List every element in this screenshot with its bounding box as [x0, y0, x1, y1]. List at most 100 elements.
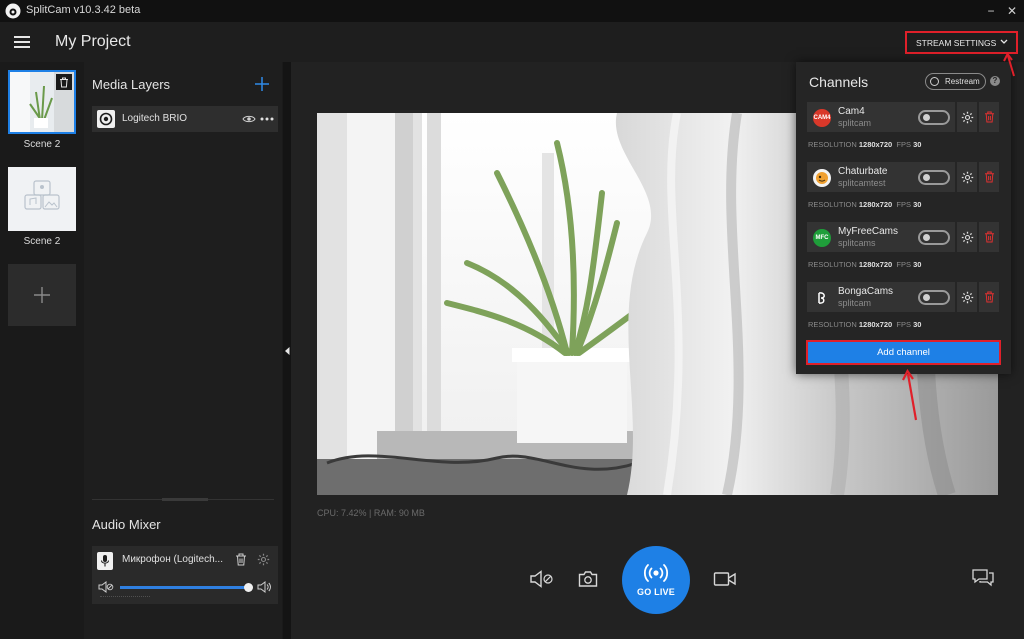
- volume-fill: [120, 586, 248, 589]
- myfreecams-logo-icon: MFC: [813, 229, 831, 247]
- stream-settings-label: STREAM SETTINGS: [916, 37, 997, 48]
- media-layer-name: Logitech BRIO: [122, 113, 188, 124]
- channel-name: BongaCams: [838, 286, 894, 297]
- volume-slider[interactable]: [120, 583, 253, 592]
- channel-username: splitcam: [838, 118, 872, 128]
- channel-name: Cam4: [838, 106, 865, 117]
- trash-icon: [984, 171, 994, 183]
- more-options-icon[interactable]: [260, 117, 274, 121]
- hamburger-menu-icon[interactable]: [14, 36, 30, 48]
- trash-icon: [984, 111, 994, 123]
- scenes-panel: Scene 2 Scene 2: [0, 62, 82, 639]
- channel-card[interactable]: Chaturbate splitcamtest: [807, 162, 955, 192]
- channel-delete-button[interactable]: [979, 102, 999, 132]
- chat-icon[interactable]: [971, 568, 995, 588]
- channel-resolution-info: RESOLUTION 1280x720 FPS 30: [808, 200, 922, 209]
- scene-label-1: Scene 2: [23, 139, 61, 150]
- scene-thumbnail-1[interactable]: [8, 70, 76, 134]
- project-title: My Project: [55, 33, 131, 50]
- delete-scene-button[interactable]: [56, 74, 72, 90]
- channel-username: splitcamtest: [838, 178, 886, 188]
- plus-icon: [34, 287, 50, 303]
- add-scene-button[interactable]: [8, 264, 76, 326]
- restream-toggle-button[interactable]: Restream: [925, 73, 986, 90]
- scene-thumbnail-2[interactable]: [8, 167, 76, 231]
- visibility-eye-icon[interactable]: [242, 114, 256, 124]
- add-channel-button[interactable]: Add channel: [806, 340, 1001, 365]
- screenshot-camera-icon[interactable]: [578, 570, 598, 588]
- volume-slider-knob[interactable]: [244, 583, 253, 592]
- media-placeholder-icon: [24, 180, 60, 210]
- channel-row: MFC MyFreeCams splitcams RESOLUTION 1280x72…: [807, 222, 1001, 280]
- toggle-knob: [923, 234, 930, 241]
- channel-username: splitcams: [838, 238, 876, 248]
- audio-level-meter: [100, 596, 150, 597]
- mute-speaker-icon[interactable]: [98, 581, 114, 593]
- gear-icon: [961, 291, 973, 303]
- toggle-knob: [923, 114, 930, 121]
- bongacams-logo-icon: [813, 289, 831, 307]
- cam4-logo-icon: CAM4: [813, 109, 831, 127]
- performance-stats: CPU: 7.42% | RAM: 90 MB: [317, 508, 425, 518]
- collapse-arrow-icon: [285, 347, 290, 355]
- channel-name: Chaturbate: [838, 166, 888, 177]
- channel-settings-button[interactable]: [957, 222, 977, 252]
- close-button[interactable]: ✕: [1000, 0, 1024, 22]
- mute-audio-icon[interactable]: [529, 570, 555, 588]
- media-layers-panel: Media Layers Logitech BRIO Audio Mixer М…: [84, 62, 282, 639]
- channel-resolution-info: RESOLUTION 1280x720 FPS 30: [808, 260, 922, 269]
- stream-settings-button[interactable]: STREAM SETTINGS: [905, 31, 1018, 54]
- help-icon[interactable]: ?: [990, 76, 1000, 86]
- collapse-panel-handle[interactable]: [283, 62, 291, 639]
- channel-enable-toggle[interactable]: [918, 110, 950, 125]
- channel-name: MyFreeCams: [838, 226, 899, 237]
- audio-settings-gear-icon[interactable]: [257, 553, 270, 566]
- media-layer-item[interactable]: Logitech BRIO: [92, 106, 278, 132]
- channels-dropdown: Channels Restream ? CAM4 Cam4 splitcam RESO…: [796, 62, 1011, 374]
- go-live-label: GO LIVE: [637, 587, 675, 597]
- channels-title: Channels: [809, 74, 869, 90]
- channel-enable-toggle[interactable]: [918, 230, 950, 245]
- toggle-knob: [923, 294, 930, 301]
- channel-delete-button[interactable]: [979, 222, 999, 252]
- trash-icon: [984, 231, 994, 243]
- gear-icon: [961, 171, 973, 183]
- channel-username: splitcam: [838, 298, 872, 308]
- microphone-icon: [97, 552, 113, 570]
- webcam-icon: [97, 110, 115, 128]
- header: My Project STREAM SETTINGS: [0, 22, 1024, 62]
- channel-settings-button[interactable]: [957, 102, 977, 132]
- broadcast-icon: [643, 564, 669, 582]
- channel-card[interactable]: CAM4 Cam4 splitcam: [807, 102, 955, 132]
- trash-icon: [60, 77, 68, 87]
- go-live-button[interactable]: GO LIVE: [622, 546, 690, 614]
- channel-enable-toggle[interactable]: [918, 290, 950, 305]
- channel-delete-button[interactable]: [979, 282, 999, 312]
- trash-icon: [984, 291, 994, 303]
- gear-icon: [961, 231, 973, 243]
- record-video-camera-icon[interactable]: [713, 571, 737, 587]
- chevron-down-icon: [1000, 39, 1008, 44]
- app-title: SplitCam v10.3.42 beta: [26, 4, 141, 16]
- channel-enable-toggle[interactable]: [918, 170, 950, 185]
- add-layer-button[interactable]: [254, 76, 270, 92]
- scene-label-2: Scene 2: [23, 236, 61, 247]
- gear-icon: [961, 111, 973, 123]
- channel-card[interactable]: MFC MyFreeCams splitcams: [807, 222, 955, 252]
- channel-settings-button[interactable]: [957, 162, 977, 192]
- speaker-volume-icon[interactable]: [257, 581, 271, 593]
- title-bar: SplitCam v10.3.42 beta − ✕: [0, 0, 1024, 22]
- panel-resize-handle[interactable]: [162, 498, 208, 501]
- channel-settings-button[interactable]: [957, 282, 977, 312]
- delete-audio-icon[interactable]: [235, 553, 247, 566]
- chaturbate-logo-icon: [813, 169, 831, 187]
- audio-mixer-title: Audio Mixer: [92, 517, 161, 532]
- channel-row: BongaCams splitcam RESOLUTION 1280x720 FPS…: [807, 282, 1001, 340]
- splitcam-logo-icon: [5, 3, 21, 19]
- channel-row: Chaturbate splitcamtest RESOLUTION 1280x72…: [807, 162, 1001, 220]
- toggle-knob: [923, 174, 930, 181]
- media-layers-title: Media Layers: [92, 77, 171, 92]
- channel-card[interactable]: BongaCams splitcam: [807, 282, 955, 312]
- restream-label: Restream: [945, 77, 980, 86]
- channel-delete-button[interactable]: [979, 162, 999, 192]
